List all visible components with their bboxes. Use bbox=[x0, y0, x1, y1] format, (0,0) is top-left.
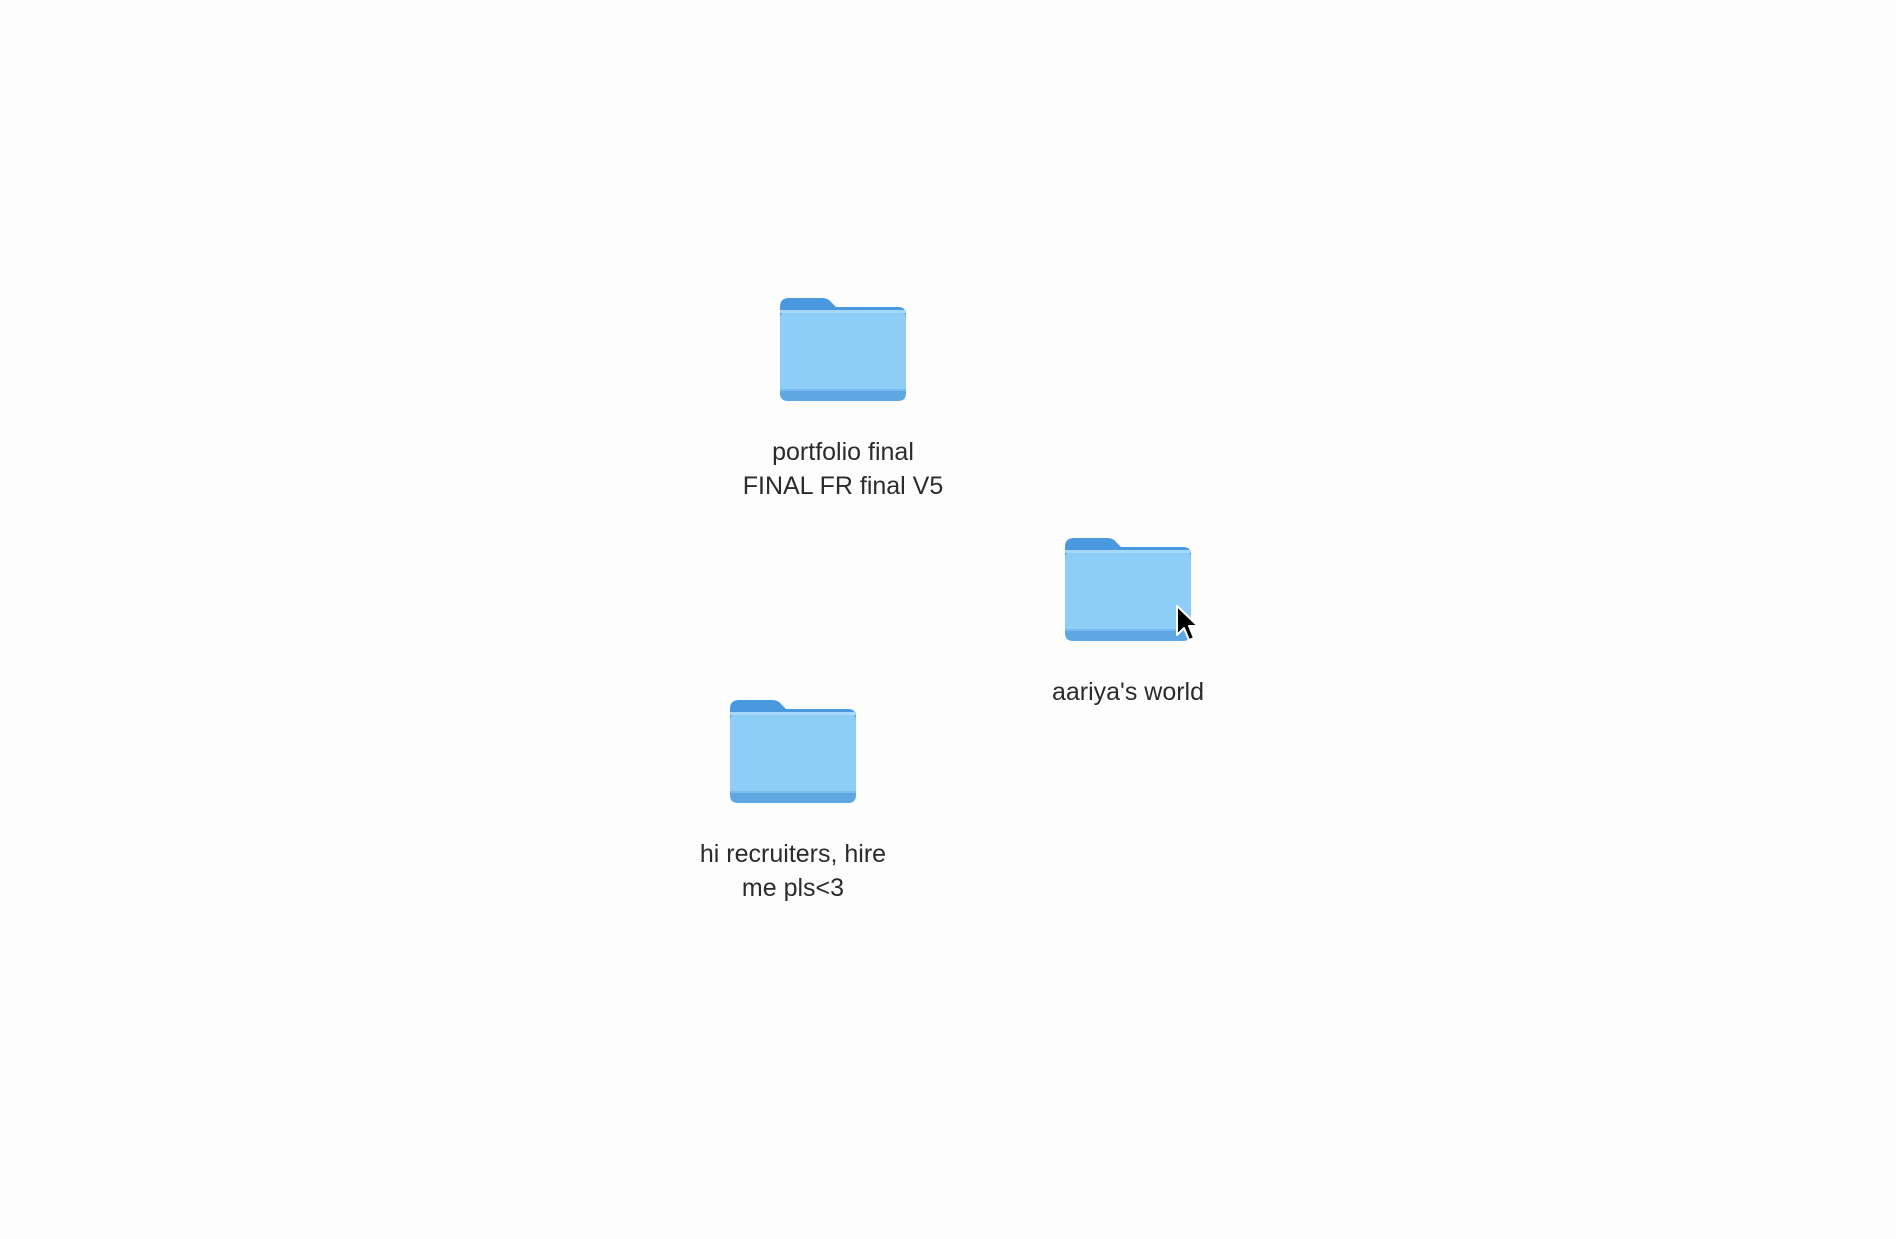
folder-portfolio-final[interactable]: portfolio final FINAL FR final V5 bbox=[723, 295, 963, 503]
folder-icon[interactable] bbox=[778, 295, 908, 405]
desktop: portfolio final FINAL FR final V5 aariya… bbox=[0, 0, 1896, 1239]
folder-label[interactable]: aariya's world bbox=[1008, 675, 1248, 709]
folder-hi-recruiters[interactable]: hi recruiters, hire me pls<3 bbox=[673, 697, 913, 905]
folder-aariyas-world[interactable]: aariya's world bbox=[1008, 535, 1248, 709]
folder-label[interactable]: hi recruiters, hire me pls<3 bbox=[673, 837, 913, 905]
folder-icon[interactable] bbox=[728, 697, 858, 807]
folder-icon[interactable] bbox=[1063, 535, 1193, 645]
folder-label[interactable]: portfolio final FINAL FR final V5 bbox=[723, 435, 963, 503]
